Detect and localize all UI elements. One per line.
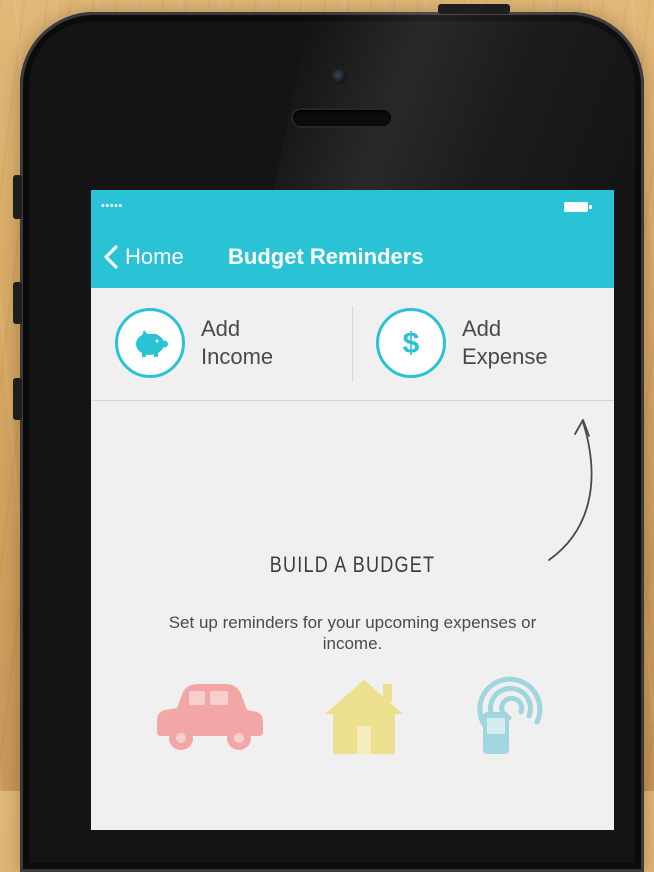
car-icon [157, 684, 263, 750]
page-title: Budget Reminders [228, 244, 424, 269]
nav-header: ••••• Home Budget Reminders [91, 190, 614, 288]
empty-state-title: BUILD A BUDGET [269, 552, 436, 577]
empty-state-description: Set up reminders for your upcoming expen… [168, 613, 537, 653]
battery-icon [564, 202, 592, 212]
income-circle [115, 308, 185, 378]
chevron-left-icon [104, 245, 118, 269]
action-bar: Add Income $ Add Expense [91, 288, 614, 401]
add-expense-button[interactable]: $ Add Expense [376, 296, 548, 390]
expense-circle: $ [376, 308, 446, 378]
phone-device: ••••• Home Budget Reminders Add Income $… [20, 12, 644, 872]
piggy-bank-icon [136, 330, 168, 357]
action-divider [352, 306, 353, 382]
mute-switch [13, 175, 22, 219]
svg-text:$: $ [403, 327, 420, 360]
volume-down-button [13, 378, 22, 420]
front-camera [332, 69, 347, 84]
back-label: Home [125, 244, 184, 269]
power-button [438, 4, 510, 14]
add-expense-label: Add Expense [462, 316, 548, 369]
dollar-icon: $ [403, 327, 420, 360]
signal-indicator: ••••• [101, 200, 123, 212]
mobile-phone-icon [477, 676, 543, 754]
hint-arrow-icon [548, 419, 593, 561]
add-income-label: Add Income [201, 316, 274, 369]
back-button[interactable]: Home [103, 242, 184, 272]
earpiece-speaker [293, 110, 391, 126]
add-income-button[interactable]: Add Income [115, 296, 273, 390]
house-icon [325, 680, 403, 754]
app-screen: ••••• Home Budget Reminders Add Income $… [91, 190, 614, 830]
volume-up-button [13, 282, 22, 324]
